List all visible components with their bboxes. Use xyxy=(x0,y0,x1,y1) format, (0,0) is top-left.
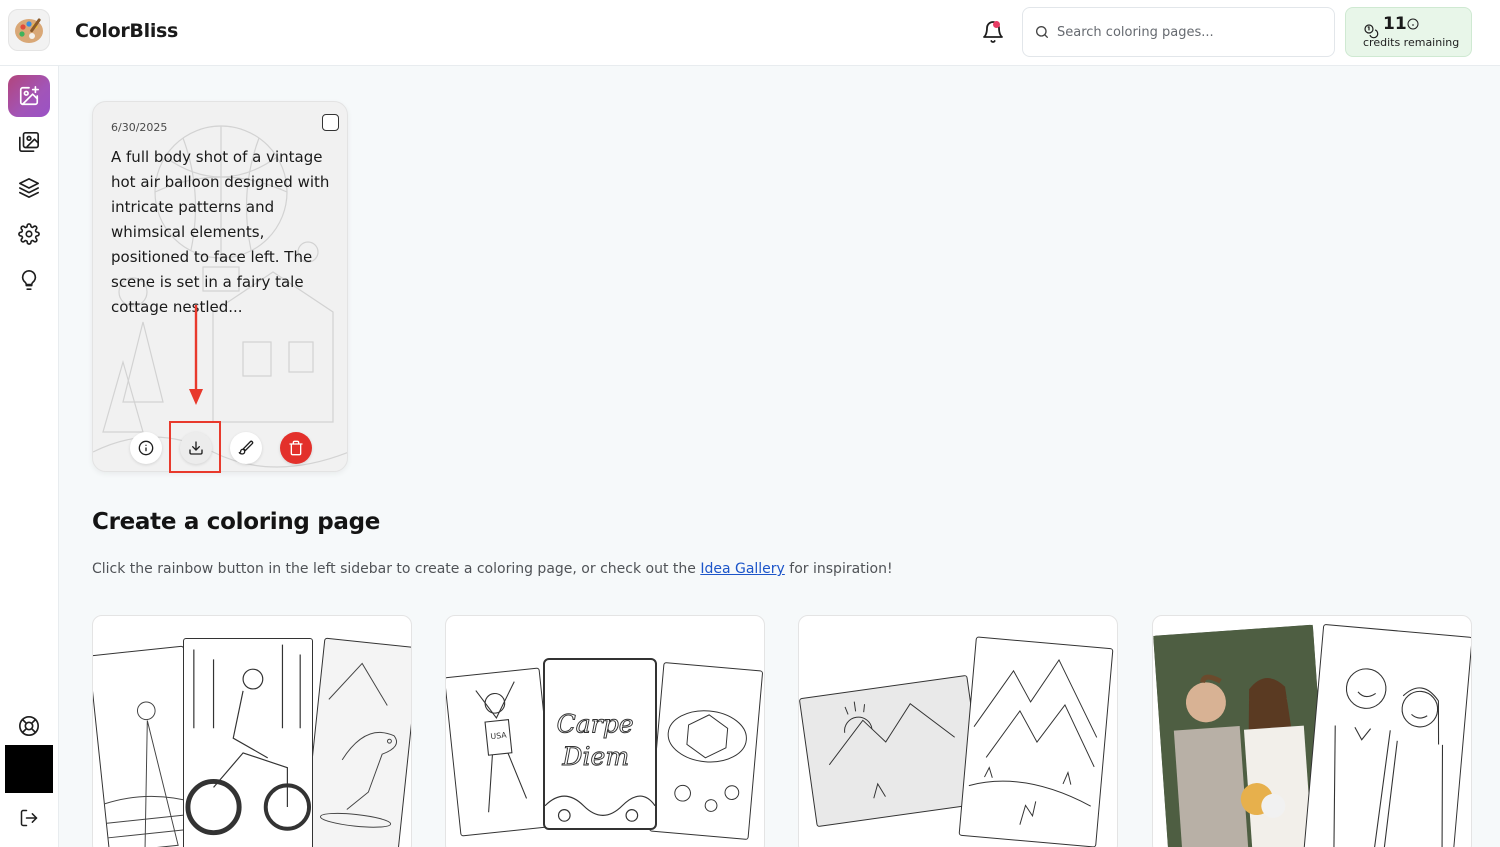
sidebar-item-create[interactable] xyxy=(8,75,50,117)
svg-text:Diem: Diem xyxy=(561,742,629,771)
lightbulb-icon xyxy=(21,270,37,290)
credits-label: credits remaining xyxy=(1363,36,1460,49)
brush-icon xyxy=(238,440,254,455)
info-button[interactable] xyxy=(130,432,162,464)
sheet-turtle xyxy=(648,661,764,841)
annotation-arrow-icon xyxy=(189,305,203,405)
sheet-mountains xyxy=(958,636,1114,847)
section-description: Click the rainbow button in the left sid… xyxy=(92,561,893,577)
select-checkbox[interactable] xyxy=(322,114,339,131)
sheet-carpe-diem: Carpe Diem xyxy=(543,658,657,830)
edit-button[interactable] xyxy=(230,432,262,464)
layers-icon xyxy=(19,178,39,198)
lifebuoy-icon xyxy=(19,716,39,736)
coloring-page-card[interactable]: 6/30/2025 A full body shot of a vintage … xyxy=(92,101,348,472)
idea-gallery-link[interactable]: Idea Gallery xyxy=(700,561,785,577)
download-highlight-box xyxy=(169,421,221,473)
sidebar-item-help[interactable] xyxy=(8,705,50,747)
sheet-couple-outline xyxy=(1303,623,1471,847)
credits-count: 11 xyxy=(1383,14,1407,34)
sheet-photo xyxy=(1153,624,1329,847)
logout-icon xyxy=(20,809,38,827)
sidebar-item-collections[interactable] xyxy=(8,167,50,209)
example-card-characters[interactable] xyxy=(92,615,412,847)
notification-dot xyxy=(993,21,1000,28)
brand-name[interactable]: ColorBliss xyxy=(75,20,178,42)
search-icon xyxy=(1036,26,1048,38)
card-description: A full body shot of a vintage hot air ba… xyxy=(111,148,330,316)
example-card-photo[interactable] xyxy=(1152,615,1472,847)
sidebar-item-ideas[interactable] xyxy=(8,259,50,301)
sidebar-item-gallery[interactable] xyxy=(8,121,50,163)
delete-button[interactable] xyxy=(280,432,312,464)
user-avatar[interactable] xyxy=(5,745,53,793)
image-plus-icon xyxy=(19,86,39,106)
images-icon xyxy=(19,132,39,152)
section-title: Create a coloring page xyxy=(92,509,381,535)
example-card-sports-text[interactable]: USA Carpe Diem xyxy=(445,615,765,847)
palette-logo-icon[interactable] xyxy=(8,9,50,51)
trash-icon xyxy=(289,440,303,456)
desc-text-before: Click the rainbow button in the left sid… xyxy=(92,561,701,577)
svg-text:USA: USA xyxy=(490,730,508,741)
sheet-spiderman xyxy=(183,638,313,847)
info-icon xyxy=(138,440,154,456)
example-card-sketch[interactable] xyxy=(798,615,1118,847)
search-input[interactable] xyxy=(1057,20,1317,44)
svg-text:Carpe: Carpe xyxy=(557,709,634,738)
left-sidebar xyxy=(0,66,59,847)
gear-icon xyxy=(18,223,40,245)
sheet-sketch xyxy=(799,674,986,828)
sidebar-item-settings[interactable] xyxy=(8,213,50,255)
card-date: 6/30/2025 xyxy=(111,121,168,134)
sidebar-item-logout[interactable] xyxy=(8,797,50,839)
sheet-runner: USA xyxy=(446,667,557,837)
desc-text-after: for inspiration! xyxy=(784,561,893,577)
sheet-dinosaur xyxy=(302,637,411,847)
credits-badge[interactable]: 11 credits remaining xyxy=(1345,7,1472,57)
info-icon[interactable] xyxy=(1407,18,1419,30)
top-header: ColorBliss 11 credits remaining xyxy=(0,0,1500,66)
search-box[interactable] xyxy=(1022,7,1335,57)
